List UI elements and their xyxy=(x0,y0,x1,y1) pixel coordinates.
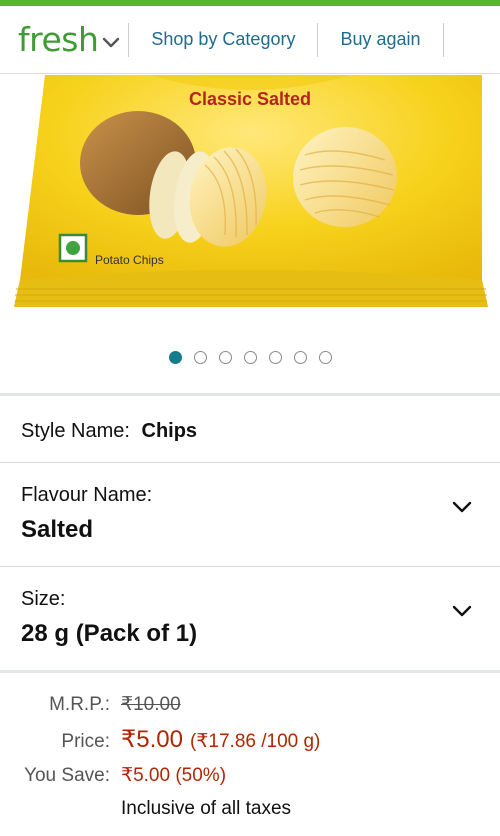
chevron-down-icon xyxy=(452,605,472,617)
carousel-dot-active[interactable] xyxy=(168,350,182,364)
buy-again-link[interactable]: Buy again xyxy=(318,29,442,50)
pack-subtitle: Potato Chips xyxy=(95,253,164,267)
flavour-selector[interactable]: Flavour Name: Salted xyxy=(0,463,500,566)
brand-name: fresh xyxy=(18,20,99,59)
mrp-label: M.R.P.: xyxy=(49,694,110,715)
you-save-value: ₹5.00 (50%) xyxy=(121,765,227,786)
carousel-dot[interactable] xyxy=(218,350,232,364)
price-label: Price: xyxy=(61,731,110,752)
nav-divider xyxy=(442,22,444,57)
section-divider xyxy=(0,670,500,673)
size-value: 28 g (Pack of 1) xyxy=(21,620,198,647)
tax-note: Inclusive of all taxes xyxy=(121,798,292,819)
section-divider xyxy=(0,393,500,396)
price-row: Price: ₹5.00 (₹17.86 /100 g) xyxy=(0,725,320,754)
pack-title: Classic Salted xyxy=(189,89,311,109)
chevron-down-icon xyxy=(452,501,472,513)
price-value: ₹5.00 xyxy=(121,726,183,753)
you-save-label: You Save: xyxy=(24,765,110,786)
mrp-value: ₹10.00 xyxy=(121,694,181,715)
chevron-down-icon xyxy=(103,37,120,47)
carousel-dot[interactable] xyxy=(318,350,332,364)
style-name-label: Style Name: xyxy=(21,420,130,442)
size-label: Size: xyxy=(21,588,66,610)
carousel-dot[interactable] xyxy=(193,350,207,364)
shop-by-category-link[interactable]: Shop by Category xyxy=(129,29,317,50)
carousel-dot[interactable] xyxy=(268,350,282,364)
mrp-row: M.R.P.: ₹10.00 xyxy=(0,693,181,716)
style-name-row: Style Name: Chips xyxy=(21,420,197,443)
flavour-label: Flavour Name: xyxy=(21,484,153,506)
chips-pack-illustration: Potato Chips Classic Salted xyxy=(14,75,488,307)
flavour-value: Salted xyxy=(21,516,94,543)
image-carousel-dots xyxy=(0,348,500,366)
product-image[interactable]: Potato Chips Classic Salted xyxy=(0,75,500,320)
style-name-value: Chips xyxy=(141,420,198,442)
carousel-dot[interactable] xyxy=(243,350,257,364)
you-save-row: You Save: ₹5.00 (50%) xyxy=(0,764,226,787)
size-selector[interactable]: Size: 28 g (Pack of 1) xyxy=(0,567,500,670)
fresh-logo[interactable]: fresh xyxy=(0,6,120,73)
unit-price: (₹17.86 /100 g) xyxy=(189,731,321,752)
top-navigation: fresh Shop by Category Buy again xyxy=(0,6,500,74)
carousel-dot[interactable] xyxy=(293,350,307,364)
